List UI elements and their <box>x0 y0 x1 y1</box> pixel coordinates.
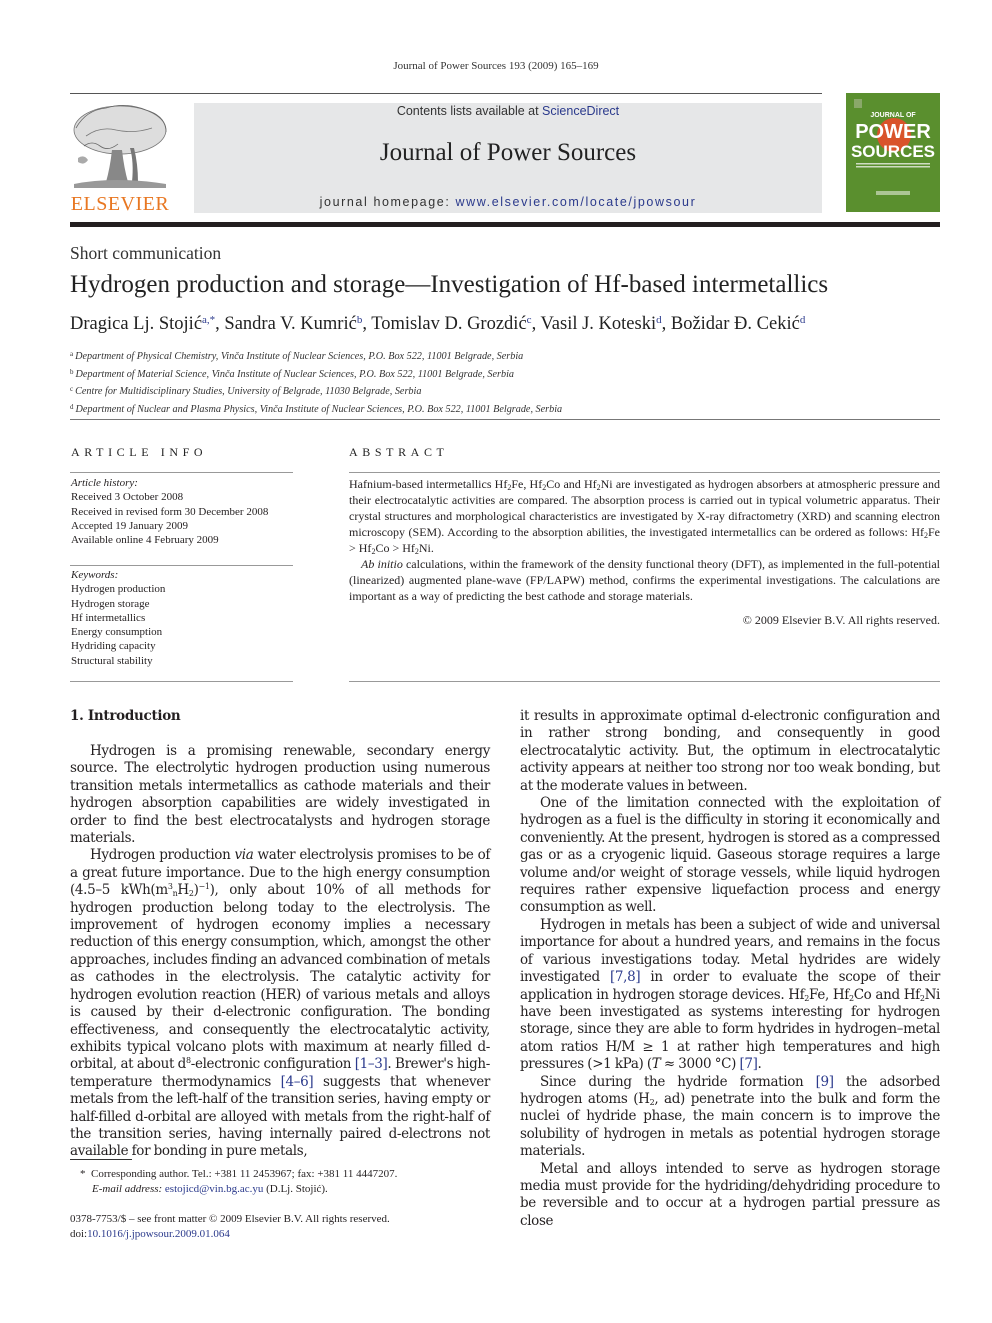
author-affil-mark[interactable]: d <box>800 314 806 326</box>
affiliations: a Department of Physical Chemistry, Vinča… <box>70 347 562 417</box>
keyword: Hf intermetallics <box>71 611 146 624</box>
citation-link[interactable]: [7,8] <box>610 969 641 985</box>
issn-line: 0378-7753/$ – see front matter © 2009 El… <box>70 1213 390 1225</box>
cover-image-icon: JOURNAL OF POWER SOURCES <box>846 93 940 212</box>
homepage-prefix: journal homepage: <box>319 195 456 209</box>
doi-link[interactable]: 10.1016/j.jpowsour.2009.01.064 <box>87 1228 230 1240</box>
citation-link[interactable]: [4–6] <box>281 1074 314 1090</box>
running-header: Journal of Power Sources 193 (2009) 165–… <box>393 60 599 72</box>
body-paragraph: Hydrogen in metals has been a subject of… <box>520 916 940 1073</box>
copyright-notice: © 2009 Elsevier B.V. All rights reserved… <box>742 613 940 627</box>
cover-line2: POWER <box>855 121 931 143</box>
body-column-left: Hydrogen is a promising renewable, secon… <box>70 743 490 1161</box>
keyword: Energy consumption <box>71 626 163 639</box>
body-paragraph: One of the limitation connected with the… <box>520 795 940 916</box>
keywords: Keywords: Hydrogen production Hydrogen s… <box>71 568 165 668</box>
article-type: Short communication <box>70 243 222 263</box>
affiliation: c Centre for Multidisciplinary Studies, U… <box>70 382 562 400</box>
abstract-paragraph: Hafnium-based intermetallics Hf2Fe, Hf2C… <box>349 477 941 556</box>
author-name[interactable]: Tomislav D. Grozdić <box>371 314 526 334</box>
footnote-star: * <box>80 1168 86 1180</box>
keyword: Hydrogen storage <box>71 597 150 610</box>
citation-link[interactable]: [1–3] <box>355 1056 388 1072</box>
author-name[interactable]: Božidar Đ. Cekić <box>671 314 800 334</box>
body-paragraph: Since during the hydride formation [9] t… <box>520 1073 941 1160</box>
affil-mark: a <box>70 350 74 358</box>
journal-title: Journal of Power Sources <box>379 139 637 166</box>
header-rule <box>70 93 822 94</box>
affiliation: b Department of Material Science, Vinča I… <box>70 365 562 383</box>
front-matter: 0378-7753/$ – see front matter © 2009 El… <box>70 1212 390 1242</box>
keyword: Structural stability <box>71 654 153 667</box>
email-suffix: (D.Lj. Stojić). <box>263 1182 328 1195</box>
affil-mark: c <box>70 385 74 393</box>
elsevier-wordmark: ELSEVIER <box>70 193 170 215</box>
affil-mark: d <box>70 402 74 411</box>
abstract-divider <box>349 681 940 682</box>
journal-banner: Contents lists available at ScienceDirec… <box>194 103 822 213</box>
history-item: Received in revised form 30 December 200… <box>71 505 269 518</box>
affil-text: Centre for Multidisciplinary Studies, Un… <box>75 386 422 397</box>
citation-link[interactable]: [9] <box>816 1074 834 1090</box>
history-item: Received 3 October 2008 <box>71 491 184 504</box>
affiliation: a Department of Physical Chemistry, Vinča… <box>70 347 562 365</box>
history-item: Accepted 19 January 2009 <box>71 519 188 532</box>
abstract-heading: ABSTRACT <box>349 445 449 459</box>
masthead-divider <box>70 222 940 227</box>
doi-prefix: doi: <box>70 1228 88 1240</box>
citation-link[interactable]: [7] <box>739 1056 757 1072</box>
author-name[interactable]: Dragica Lj. Stojić <box>70 314 202 334</box>
history-item: Available online 4 February 2009 <box>71 534 219 547</box>
author-affil-mark[interactable]: c <box>527 314 532 326</box>
journal-cover-thumbnail[interactable]: JOURNAL OF POWER SOURCES <box>846 93 940 212</box>
body-paragraph: Hydrogen production via water electrolys… <box>70 847 491 1160</box>
corresponding-author-footnote: * Corresponding author. Tel.: +381 11 24… <box>80 1167 397 1196</box>
homepage-line: journal homepage: www.elsevier.com/locat… <box>194 195 822 209</box>
body-paragraph: it results in approximate optimal d-elec… <box>520 708 940 794</box>
article-info-heading: ARTICLE INFO <box>71 445 208 459</box>
cover-line3: SOURCES <box>851 142 935 161</box>
cover-line1: JOURNAL OF <box>870 112 916 119</box>
article-history: Article history: Received 3 October 2008… <box>71 476 268 547</box>
email-label: E-mail address: <box>92 1182 163 1195</box>
affil-text: Department of Material Science, Vinča In… <box>75 368 515 380</box>
article-title: Hydrogen production and storage—Investig… <box>70 271 829 298</box>
affiliations-divider <box>70 419 940 420</box>
author-name[interactable]: Sandra V. Kumrić <box>224 314 356 334</box>
info-divider <box>70 681 293 682</box>
journal-homepage-link[interactable]: www.elsevier.com/locate/jpowsour <box>455 195 696 209</box>
corresponding-info: Corresponding author. Tel.: +381 11 2453… <box>91 1168 398 1180</box>
author-list: Dragica Lj. Stojića,*, Sandra V. Kumrićb… <box>70 314 806 334</box>
author-affil-mark[interactable]: a,* <box>202 314 215 326</box>
body-paragraph: Metal and alloys intended to serve as hy… <box>520 1160 940 1229</box>
info-divider <box>70 472 293 473</box>
keywords-label: Keywords: <box>71 569 119 581</box>
abstract-body: Hafnium-based intermetallics Hf2Fe, Hf2C… <box>349 476 940 628</box>
abstract-paragraph: Ab initio calculations, within the frame… <box>349 557 940 603</box>
contents-prefix: Contents lists available at <box>396 104 543 118</box>
affiliation: d Department of Nuclear and Plasma Physic… <box>70 400 562 418</box>
keyword: Hydriding capacity <box>71 640 156 653</box>
author-affil-mark[interactable]: d <box>656 314 662 326</box>
history-label: Article history: <box>71 477 138 489</box>
affil-text: Department of Nuclear and Plasma Physics… <box>75 403 563 415</box>
keyword: Hydrogen production <box>71 583 166 596</box>
body-column-right: it results in approximate optimal d-elec… <box>520 708 940 1230</box>
email-link[interactable]: estojicd@vin.bg.ac.yu <box>165 1183 263 1195</box>
sciencedirect-link[interactable]: ScienceDirect <box>542 104 619 118</box>
footnote-rule <box>70 1159 132 1160</box>
abstract-divider <box>349 472 940 473</box>
author-name[interactable]: Vasil J. Koteski <box>540 314 656 334</box>
tree-icon <box>73 105 167 188</box>
contents-line: Contents lists available at ScienceDirec… <box>194 104 822 118</box>
affil-text: Department of Physical Chemistry, Vinča … <box>75 351 524 362</box>
section-heading: 1. Introduction <box>70 708 181 724</box>
info-divider <box>70 565 293 566</box>
body-paragraph: Hydrogen is a promising renewable, secon… <box>70 743 490 847</box>
affil-mark: b <box>70 367 74 376</box>
author-affil-mark[interactable]: b <box>357 314 363 326</box>
